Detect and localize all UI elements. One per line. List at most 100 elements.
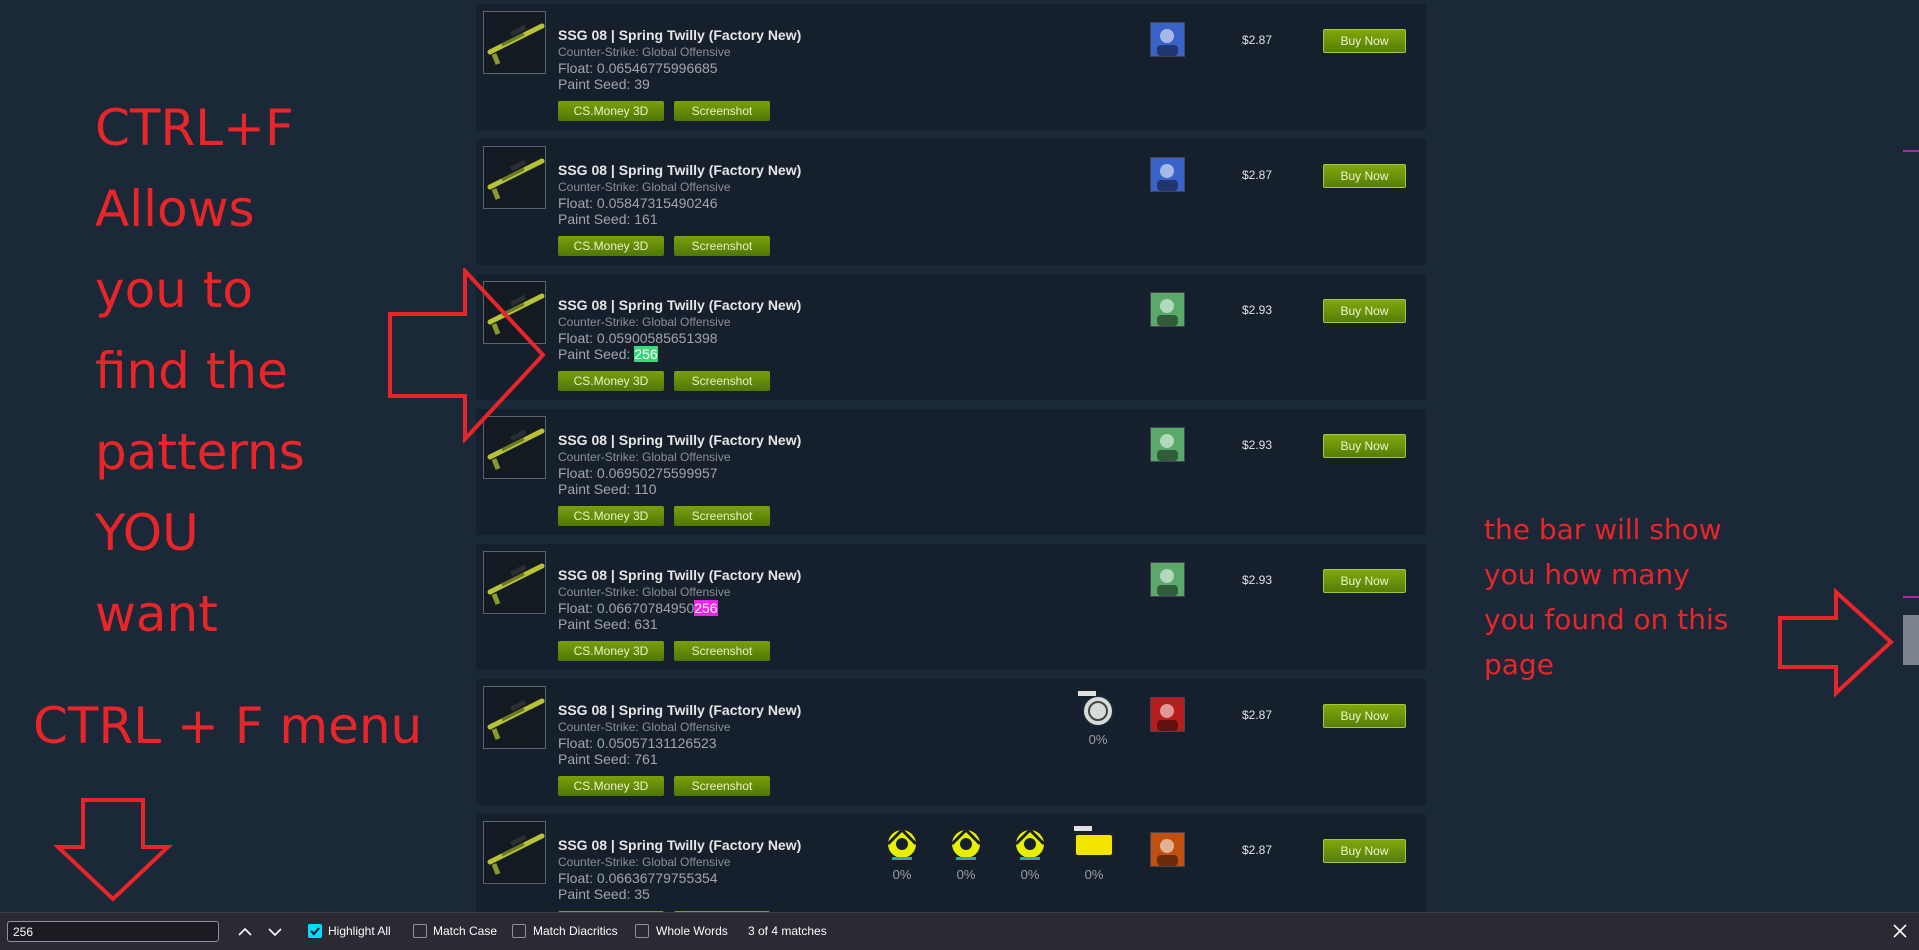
- match-diacritics-label[interactable]: Match Diacritics: [533, 924, 618, 938]
- buy-now-button[interactable]: Buy Now: [1323, 29, 1406, 53]
- item-thumbnail[interactable]: [483, 146, 546, 209]
- item-game: Counter-Strike: Global Offensive: [558, 450, 731, 464]
- match-case-checkbox[interactable]: [413, 924, 427, 938]
- buy-now-button[interactable]: Buy Now: [1323, 434, 1406, 458]
- weapon-image: [487, 833, 545, 875]
- screenshot-button[interactable]: Screenshot: [674, 371, 770, 391]
- note-line: Allows: [95, 180, 255, 238]
- seller-avatar[interactable]: [1150, 562, 1185, 597]
- item-name[interactable]: SSG 08 | Spring Twilly (Factory New): [558, 567, 801, 583]
- buy-now-button[interactable]: Buy Now: [1323, 839, 1406, 863]
- float-value: Float: 0.05057131126523: [558, 735, 717, 751]
- cs-money-3d-button[interactable]: CS.Money 3D: [558, 776, 664, 796]
- right-arrow-scrollbar-annotation: [1778, 588, 1894, 698]
- listing-row: SSG 08 | Spring Twilly (Factory New) Coun…: [476, 814, 1426, 912]
- next-match-icon[interactable]: [264, 921, 286, 943]
- find-input[interactable]: [7, 921, 219, 942]
- note-line: patterns: [95, 423, 305, 481]
- sticker-wear: 0%: [892, 867, 912, 882]
- seller-avatar[interactable]: [1150, 22, 1185, 57]
- buy-now-button[interactable]: Buy Now: [1323, 569, 1406, 593]
- screenshot-button[interactable]: Screenshot: [674, 641, 770, 661]
- ninjas-sticker[interactable]: 0%: [1004, 824, 1056, 882]
- listing-row: SSG 08 | Spring Twilly (Factory New) Coun…: [476, 4, 1426, 130]
- whole-words-label[interactable]: Whole Words: [656, 924, 728, 938]
- close-icon[interactable]: [1888, 919, 1912, 943]
- cs-money-3d-button[interactable]: CS.Money 3D: [558, 371, 664, 391]
- item-float: Float: 0.05900585651398: [558, 330, 718, 346]
- screenshot-button[interactable]: Screenshot: [674, 776, 770, 796]
- seed-value: Paint Seed: 39: [558, 76, 650, 92]
- seller-avatar[interactable]: [1150, 292, 1185, 327]
- page-scrollbar[interactable]: [1902, 0, 1919, 912]
- buy-now-button[interactable]: Buy Now: [1323, 299, 1406, 323]
- item-game: Counter-Strike: Global Offensive: [558, 180, 731, 194]
- item-name[interactable]: SSG 08 | Spring Twilly (Factory New): [558, 297, 801, 313]
- buy-now-button[interactable]: Buy Now: [1323, 704, 1406, 728]
- sticker-wear: 0%: [1084, 867, 1104, 882]
- float-value: Float: 0.06950275599957: [558, 465, 718, 481]
- note-line: find the: [95, 342, 288, 400]
- find-highlight: 256: [694, 600, 718, 616]
- screenshot-button[interactable]: Screenshot: [674, 101, 770, 121]
- item-name[interactable]: SSG 08 | Spring Twilly (Factory New): [558, 162, 801, 178]
- cs-money-3d-button[interactable]: CS.Money 3D: [558, 236, 664, 256]
- scrollbar-thumb[interactable]: [1903, 615, 1919, 665]
- note-line: you found on this: [1484, 603, 1729, 636]
- item-name[interactable]: SSG 08 | Spring Twilly (Factory New): [558, 702, 801, 718]
- find-bar: Highlight All Match Case Match Diacritic…: [0, 912, 1919, 950]
- item-float: Float: 0.06636779755354: [558, 870, 718, 886]
- seller-avatar[interactable]: [1150, 832, 1185, 867]
- note-line: YOU: [95, 504, 199, 562]
- item-name[interactable]: SSG 08 | Spring Twilly (Factory New): [558, 432, 801, 448]
- scrollbar-note: the bar will show you how many you found…: [1484, 507, 1728, 687]
- previous-match-icon[interactable]: [234, 921, 256, 943]
- float-value: Float: 0.06636779755354: [558, 870, 718, 886]
- seed-value: Paint Seed: 631: [558, 616, 658, 632]
- match-case-label[interactable]: Match Case: [433, 924, 497, 938]
- item-name[interactable]: SSG 08 | Spring Twilly (Factory New): [558, 27, 801, 43]
- whole-words-checkbox[interactable]: [635, 924, 649, 938]
- item-paint-seed: Paint Seed: 761: [558, 751, 658, 767]
- down-arrow-annotation: [52, 798, 174, 902]
- listing-row: SSG 08 | Spring Twilly (Factory New) Coun…: [476, 274, 1426, 400]
- listing-row: SSG 08 | Spring Twilly (Factory New) Coun…: [476, 544, 1426, 670]
- item-thumbnail[interactable]: [483, 686, 546, 749]
- highlight-all-label[interactable]: Highlight All: [328, 924, 391, 938]
- weapon-image: [487, 563, 545, 605]
- csgo-globe-sticker[interactable]: 0%: [1072, 689, 1124, 747]
- item-thumbnail[interactable]: [483, 551, 546, 614]
- screenshot-button[interactable]: Screenshot: [674, 236, 770, 256]
- item-name[interactable]: SSG 08 | Spring Twilly (Factory New): [558, 837, 801, 853]
- seller-avatar[interactable]: [1150, 157, 1185, 192]
- cs-money-3d-button[interactable]: CS.Money 3D: [558, 641, 664, 661]
- ninjas-sticker[interactable]: 0%: [876, 824, 928, 882]
- cs-money-3d-button[interactable]: CS.Money 3D: [558, 506, 664, 526]
- match-marker: [1903, 596, 1919, 598]
- match-diacritics-checkbox[interactable]: [512, 924, 526, 938]
- item-paint-seed: Paint Seed: 110: [558, 481, 657, 497]
- cs-money-3d-button[interactable]: CS.Money 3D: [558, 101, 664, 121]
- item-price: $2.87: [1242, 843, 1273, 857]
- weapon-image: [487, 698, 545, 740]
- navi-sticker[interactable]: 0%: [1068, 824, 1120, 882]
- ctrl-f-menu-note: CTRL + F menu: [33, 697, 423, 755]
- item-float: Float: 0.06670784950256: [558, 600, 718, 616]
- ninjas-sticker[interactable]: 0%: [940, 824, 992, 882]
- highlight-all-checkbox[interactable]: [308, 924, 322, 938]
- buy-now-button[interactable]: Buy Now: [1323, 164, 1406, 188]
- item-game: Counter-Strike: Global Offensive: [558, 720, 731, 734]
- seller-avatar[interactable]: [1150, 697, 1185, 732]
- item-price: $2.93: [1242, 573, 1273, 587]
- check-icon: [310, 927, 320, 936]
- item-price: $2.93: [1242, 303, 1273, 317]
- find-highlight-current: 256: [634, 346, 658, 362]
- screenshot-button[interactable]: Screenshot: [674, 506, 770, 526]
- page-content: SSG 08 | Spring Twilly (Factory New) Coun…: [0, 0, 1902, 912]
- item-thumbnail[interactable]: [483, 11, 546, 74]
- seller-avatar[interactable]: [1150, 427, 1185, 462]
- listing-row: SSG 08 | Spring Twilly (Factory New) Coun…: [476, 409, 1426, 535]
- item-thumbnail[interactable]: [483, 821, 546, 884]
- float-value: Float: 0.05847315490246: [558, 195, 718, 211]
- item-price: $2.87: [1242, 708, 1273, 722]
